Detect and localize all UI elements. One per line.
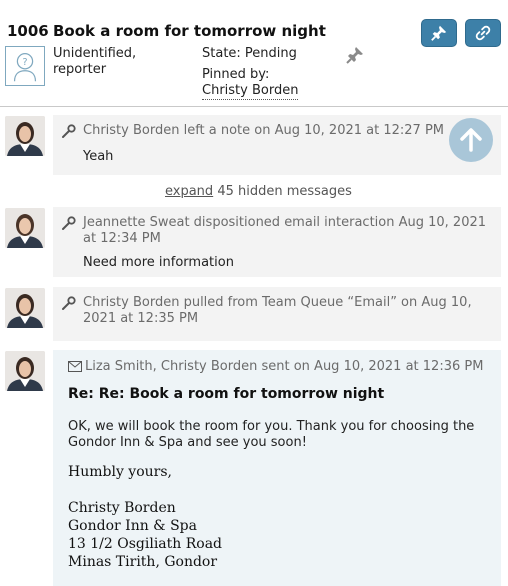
svg-text:?: ? bbox=[22, 57, 27, 68]
email-closing: Humbly yours, bbox=[68, 464, 172, 480]
pin-button[interactable] bbox=[421, 19, 457, 47]
agent-photo-icon bbox=[5, 116, 45, 156]
ticket-title: Book a room for tomorrow night bbox=[53, 22, 326, 40]
wrench-icon bbox=[62, 216, 76, 230]
pinned-by-label: Pinned by: bbox=[202, 67, 270, 82]
email-signature: Christy Borden Gondor Inn & Spa 13 1/2 O… bbox=[68, 499, 491, 571]
signature-line: Minas Tirith, Gondor bbox=[68, 554, 218, 570]
wrench-icon bbox=[62, 296, 76, 310]
link-icon bbox=[475, 25, 491, 41]
link-button[interactable] bbox=[465, 19, 501, 47]
signature-line: Gondor Inn & Spa bbox=[68, 518, 197, 534]
email-paragraph: OK, we will book the room for you. Thank… bbox=[68, 419, 475, 450]
disposition-body: Need more information bbox=[83, 255, 234, 270]
pinned-by-name[interactable]: Christy Borden bbox=[202, 83, 299, 100]
disposition-message: Jeannette Sweat dispositioned email inte… bbox=[53, 207, 501, 277]
pull-meta: Christy Borden pulled from Team Queue “E… bbox=[83, 295, 472, 326]
note-body: Yeah bbox=[83, 149, 114, 164]
avatar bbox=[5, 208, 45, 248]
note-message: Christy Borden left a note on Aug 10, 20… bbox=[53, 115, 501, 175]
avatar bbox=[5, 351, 45, 391]
hidden-messages-expander: expand 45 hidden messages bbox=[165, 184, 352, 199]
envelope-icon bbox=[68, 361, 82, 372]
pull-message: Christy Borden pulled from Team Queue “E… bbox=[53, 287, 501, 341]
scroll-to-top-button[interactable] bbox=[449, 118, 493, 162]
hidden-count: 45 hidden messages bbox=[217, 184, 352, 199]
ticket-header: 1006 Book a room for tomorrow night ? Un… bbox=[0, 0, 508, 107]
agent-photo-icon bbox=[5, 288, 45, 328]
expand-link[interactable]: expand bbox=[165, 184, 213, 199]
reporter-avatar: ? bbox=[5, 46, 45, 86]
email-header: Liza Smith, Christy Borden sent on Aug 1… bbox=[68, 359, 491, 375]
disposition-meta: Jeannette Sweat dispositioned email inte… bbox=[83, 215, 487, 246]
reporter-name: Unidentified, reporter bbox=[53, 46, 137, 77]
pinned-icon bbox=[346, 47, 363, 64]
email-message: Liza Smith, Christy Borden sent on Aug 1… bbox=[53, 350, 501, 586]
avatar bbox=[5, 116, 45, 156]
pin-icon bbox=[431, 25, 447, 41]
agent-photo-icon bbox=[5, 208, 45, 248]
unknown-person-icon: ? bbox=[13, 53, 37, 82]
email-subject: Re: Re: Book a room for tomorrow night bbox=[68, 386, 385, 402]
arrow-up-icon bbox=[460, 128, 482, 152]
wrench-icon bbox=[62, 124, 76, 138]
signature-line: Christy Borden bbox=[68, 500, 176, 516]
ticket-id: 1006 bbox=[7, 22, 49, 40]
email-meta: Liza Smith, Christy Borden sent on Aug 1… bbox=[85, 359, 484, 374]
ticket-state: State: Pending bbox=[202, 46, 297, 61]
signature-line: 13 1/2 Osgiliath Road bbox=[68, 536, 223, 552]
agent-photo-icon bbox=[5, 351, 45, 391]
note-meta: Christy Borden left a note on Aug 10, 20… bbox=[83, 123, 444, 138]
avatar bbox=[5, 288, 45, 328]
